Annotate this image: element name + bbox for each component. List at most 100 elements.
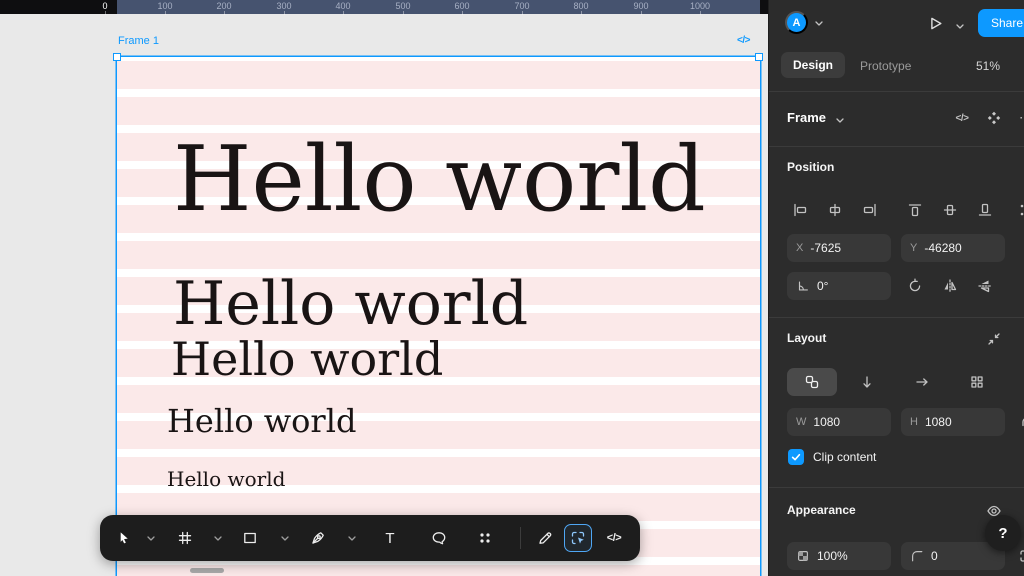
toolbar: T </>: [100, 515, 640, 561]
horizontal-ruler[interactable]: 0 100 200 300 400 500 600 700 800 900 10…: [0, 0, 768, 14]
horizontal-scrollbar[interactable]: [190, 568, 224, 573]
lock-ratio-button[interactable]: [1013, 410, 1024, 434]
canvas-frame[interactable]: Hello world Hello world Hello world Hell…: [117, 57, 760, 576]
tidy-up-button[interactable]: [1013, 198, 1024, 222]
width-field[interactable]: W 1080: [787, 408, 891, 436]
clip-content-checkbox[interactable]: [788, 449, 804, 465]
height-field[interactable]: H 1080: [901, 408, 1005, 436]
layout-flow-row: [769, 368, 1024, 396]
ruler-tick-label: 700: [509, 1, 535, 11]
align-top-button[interactable]: [902, 198, 928, 222]
y-position-field[interactable]: Y -46280: [901, 234, 1005, 262]
appearance-section-title: Appearance: [787, 503, 856, 517]
actions-icon: [477, 530, 493, 546]
flow-vertical-button[interactable]: [842, 368, 892, 396]
x-position-field[interactable]: X -7625: [787, 234, 891, 262]
opacity-icon: [796, 549, 810, 563]
corner-radius-value: 0: [931, 549, 938, 563]
x-field-value: -7625: [810, 241, 841, 255]
frame-name-label[interactable]: Frame 1: [118, 35, 159, 47]
text-layer[interactable]: Hello world: [173, 274, 528, 334]
zoom-level[interactable]: 51%: [970, 58, 1006, 74]
independent-corners-button[interactable]: [1013, 544, 1024, 568]
selection-type-dropdown[interactable]: Frame: [787, 110, 826, 125]
x-field-label: X: [796, 242, 803, 254]
toolbar-divider: [520, 527, 521, 549]
resize-to-fit-button[interactable]: [981, 327, 1007, 351]
canvas[interactable]: Frame 1 </> Hello world Hello world Hell…: [0, 14, 768, 576]
position-xy-row: X -7625 Y -46280: [769, 234, 1024, 262]
selection-handle-top-left[interactable]: [113, 53, 121, 61]
align-bottom-button[interactable]: [972, 198, 998, 222]
code-icon: </>: [607, 532, 621, 544]
dev-code-toggle-button[interactable]: </>: [949, 106, 975, 130]
rotation-value: 0°: [817, 279, 828, 293]
align-left-button[interactable]: [787, 198, 813, 222]
position-section-title: Position: [787, 160, 834, 174]
annotate-tool-button[interactable]: [531, 524, 559, 552]
text-layer[interactable]: Hello world: [173, 135, 706, 225]
shape-tool-chevron-icon[interactable]: [278, 532, 292, 544]
clip-content-row: Clip content: [769, 448, 1024, 468]
help-label: ?: [998, 525, 1007, 542]
flow-horizontal-button[interactable]: [897, 368, 947, 396]
align-horizontal-center-button[interactable]: [822, 198, 848, 222]
frame-tool-chevron-icon[interactable]: [211, 532, 225, 544]
help-button[interactable]: ?: [985, 515, 1021, 551]
opacity-field[interactable]: 100%: [787, 542, 891, 570]
ruler-tick-label: 900: [628, 1, 654, 11]
rotation-field[interactable]: 0°: [787, 272, 891, 300]
figma-app: 0 100 200 300 400 500 600 700 800 900 10…: [0, 0, 1024, 576]
height-field-value: 1080: [925, 415, 952, 429]
selection-handle-top-right[interactable]: [755, 53, 763, 61]
actions-button[interactable]: [471, 524, 499, 552]
frame-tool-icon: [177, 530, 193, 546]
rotate-button[interactable]: [902, 274, 928, 298]
move-tool-chevron-icon[interactable]: [144, 532, 158, 544]
more-options-button[interactable]: ⋯: [1013, 106, 1024, 130]
width-field-value: 1080: [813, 415, 840, 429]
text-tool-button[interactable]: T: [376, 524, 404, 552]
flow-grid-button[interactable]: [952, 368, 1002, 396]
size-row: W 1080 H 1080: [769, 408, 1024, 436]
flow-freeform-button[interactable]: [787, 368, 837, 396]
align-vertical-center-button[interactable]: [937, 198, 963, 222]
tab-prototype[interactable]: Prototype: [854, 58, 917, 74]
pen-tool-button[interactable]: [304, 524, 332, 552]
ruler-tick-label: 1000: [687, 1, 713, 11]
dev-code-button[interactable]: </>: [600, 524, 628, 552]
move-tool-button[interactable]: [107, 521, 140, 554]
align-right-button[interactable]: [857, 198, 883, 222]
inspect-tool-button[interactable]: [564, 524, 592, 552]
ruler-tick-label: 300: [271, 1, 297, 11]
flip-vertical-button[interactable]: [972, 274, 998, 298]
appearance-row: 100% 0: [769, 542, 1024, 570]
text-layer[interactable]: Hello world: [171, 336, 443, 382]
text-layer[interactable]: Hello world: [167, 469, 285, 489]
flip-horizontal-button[interactable]: [937, 274, 963, 298]
divider: [769, 91, 1024, 92]
rectangle-icon: [242, 530, 258, 546]
ruler-tick-label: 100: [152, 1, 178, 11]
inspect-cursor-icon: [570, 530, 586, 546]
frame-dev-badge-icon[interactable]: </>: [737, 35, 750, 46]
tab-design[interactable]: Design: [781, 52, 845, 78]
corner-radius-field[interactable]: 0: [901, 542, 1005, 570]
clip-content-label: Clip content: [813, 450, 876, 464]
divider: [769, 146, 1024, 147]
text-tool-icon: T: [385, 530, 394, 547]
frame-dropdown-chevron-icon[interactable]: [833, 114, 847, 126]
ruler-tick-label: 0: [92, 1, 118, 11]
frame-tool-button[interactable]: [171, 524, 199, 552]
comment-tool-button[interactable]: [425, 524, 453, 552]
ruler-tick-label: 400: [330, 1, 356, 11]
y-field-value: -46280: [924, 241, 961, 255]
y-field-label: Y: [910, 242, 917, 254]
cursor-icon: [116, 530, 131, 545]
alignment-row: [769, 198, 1024, 222]
component-icon-button[interactable]: [981, 106, 1007, 130]
shape-tool-button[interactable]: [236, 524, 264, 552]
layout-section-title: Layout: [787, 331, 826, 345]
text-layer[interactable]: Hello world: [167, 405, 356, 437]
pen-tool-chevron-icon[interactable]: [345, 532, 359, 544]
